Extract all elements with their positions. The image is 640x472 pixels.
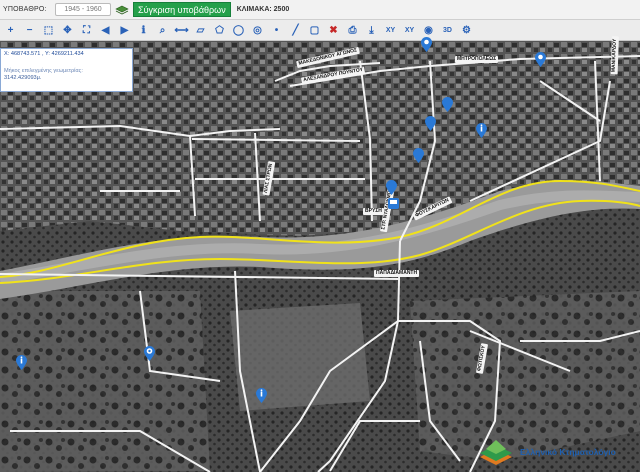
top-bar: ΥΠΟΒΑΘΡΟ: 1945 - 1960 Σύγκριση υποβάθρων… bbox=[0, 0, 640, 20]
map-marker-icon[interactable] bbox=[413, 148, 424, 163]
pan-icon[interactable]: ✥ bbox=[59, 22, 76, 39]
scale-label: ΚΛΙΜΑΚΑ: 2500 bbox=[236, 6, 290, 13]
search-icon[interactable]: ⌕ bbox=[154, 22, 171, 39]
map-application: ΥΠΟΒΑΘΡΟ: 1945 - 1960 Σύγκριση υποβάθρων… bbox=[0, 0, 640, 472]
map-marker-icon[interactable] bbox=[442, 97, 453, 112]
3d-view-icon[interactable]: 3D bbox=[439, 22, 456, 39]
street-label: ΒΡΥΣΗ bbox=[363, 208, 384, 215]
draw-point-icon[interactable]: • bbox=[268, 22, 285, 39]
goto-xy-icon[interactable]: XY bbox=[401, 22, 418, 39]
ktimatologio-logo-icon bbox=[480, 440, 512, 465]
map-toolbar: + − ⬚ ✥ ⛶ ◀ ▶ ℹ ⌕ ⟷ ▱ ⬠ ◯ ◎ • ╱ ▢ ✖ ⎙ ⤓ XY XY ◉ 3D ⚙ bbox=[0, 20, 640, 41]
circle-icon[interactable]: ◯ bbox=[230, 22, 247, 39]
info-marker-icon[interactable] bbox=[256, 388, 267, 403]
polygon-icon[interactable]: ⬠ bbox=[211, 22, 228, 39]
print-icon[interactable]: ⎙ bbox=[344, 22, 361, 39]
zoom-in-icon[interactable]: + bbox=[2, 22, 19, 39]
info-marker-icon[interactable] bbox=[476, 123, 487, 138]
next-extent-icon[interactable]: ▶ bbox=[116, 22, 133, 39]
layers-icon[interactable] bbox=[115, 4, 129, 16]
coordinates-icon[interactable]: XY bbox=[382, 22, 399, 39]
year-select[interactable]: 1945 - 1960 bbox=[55, 3, 111, 16]
full-extent-icon[interactable]: ⛶ bbox=[78, 22, 95, 39]
compare-basemaps-button[interactable]: Σύγκριση υποβάθρων bbox=[133, 2, 231, 17]
street-label: ΜΗΤΡΟΠΟΛΕΩΣ bbox=[455, 56, 499, 63]
map-marker-icon[interactable] bbox=[386, 180, 397, 195]
sports-marker-icon[interactable] bbox=[144, 346, 155, 361]
draw-box-icon[interactable]: ▢ bbox=[306, 22, 323, 39]
previous-extent-icon[interactable]: ◀ bbox=[97, 22, 114, 39]
street-label: ΠΑΠΑΔΙΑΜΑΝΤΗ bbox=[374, 270, 420, 277]
measure-area-icon[interactable]: ▱ bbox=[192, 22, 209, 39]
ktimatologio-logo: Ελληνικό Κτηματολόγιο bbox=[476, 432, 640, 472]
measurement-info-panel: X: 468743.571 , Y: 4269211.434 Μήκος επι… bbox=[0, 48, 133, 92]
identify-icon[interactable]: ℹ bbox=[135, 22, 152, 39]
street-view-icon[interactable]: ◉ bbox=[420, 22, 437, 39]
aerial-photo bbox=[0, 41, 640, 472]
info-marker-icon[interactable] bbox=[16, 355, 27, 370]
settings-icon[interactable]: ⚙ bbox=[458, 22, 475, 39]
map-marker-icon[interactable] bbox=[425, 116, 436, 131]
map-canvas[interactable] bbox=[0, 41, 640, 472]
cursor-coordinates: X: 468743.571 , Y: 4269211.434 bbox=[4, 51, 84, 57]
school-marker-icon[interactable] bbox=[421, 37, 432, 52]
export-icon[interactable]: ⤓ bbox=[363, 22, 380, 39]
draw-line-icon[interactable]: ╱ bbox=[287, 22, 304, 39]
street-label: ΜΑΝΙΚΑΡΔΟΥ bbox=[610, 36, 619, 75]
photo-layer-label: ΥΠΟΒΑΘΡΟ: bbox=[3, 6, 47, 13]
zoom-out-icon[interactable]: − bbox=[21, 22, 38, 39]
zoom-box-icon[interactable]: ⬚ bbox=[40, 22, 57, 39]
bus-marker-icon[interactable] bbox=[388, 198, 399, 213]
length-label: Μήκος επιλεγμένης γεωμετρίας: bbox=[4, 68, 83, 74]
target-icon[interactable]: ◎ bbox=[249, 22, 266, 39]
length-value: 3142.429093μ. bbox=[4, 75, 42, 81]
school-marker-icon[interactable] bbox=[535, 52, 546, 67]
measure-line-icon[interactable]: ⟷ bbox=[173, 22, 190, 39]
logo-text: Ελληνικό Κτηματολόγιο bbox=[520, 447, 616, 457]
delete-icon[interactable]: ✖ bbox=[325, 22, 342, 39]
